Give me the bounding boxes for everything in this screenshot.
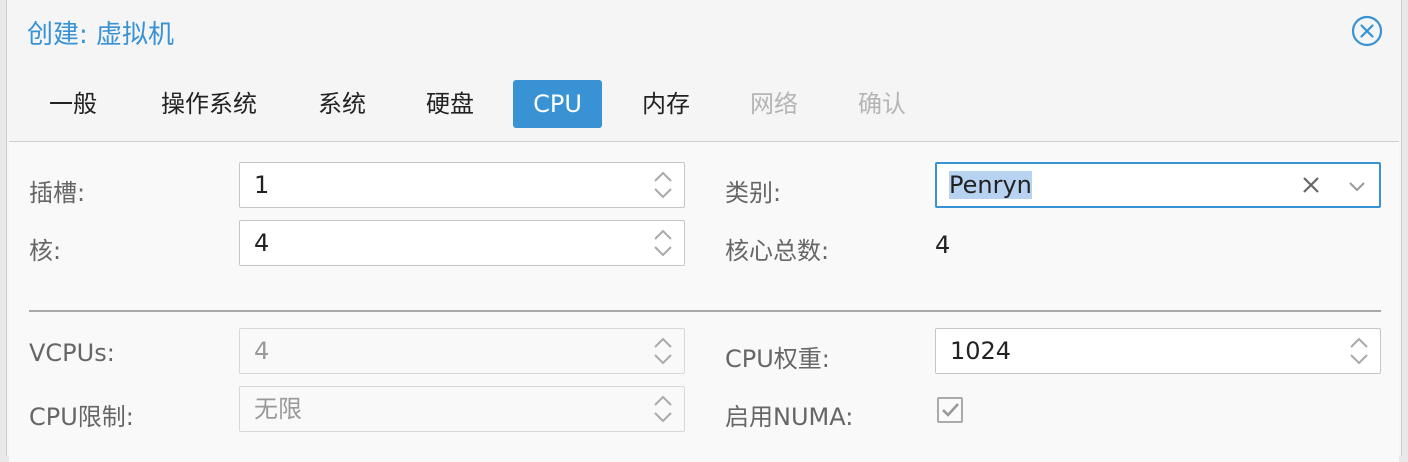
cpu-type-selected-text: Penryn	[949, 171, 1032, 199]
tab-hard-disk[interactable]: 硬盘	[413, 80, 487, 128]
total-cores-value: 4	[935, 231, 951, 259]
cores-label: 核:	[29, 237, 62, 265]
spinner-arrows-icon[interactable]	[652, 227, 674, 259]
create-vm-dialog: 创建: 虚拟机 一般 操作系统 系统 硬盘 CPU 内存 网络 确认 插槽: 1…	[6, 0, 1402, 462]
tab-network: 网络	[750, 90, 798, 118]
cpu-units-value: 1024	[950, 337, 1012, 365]
numa-checkbox	[937, 397, 963, 423]
chevron-down-icon[interactable]	[1347, 176, 1367, 196]
cpu-units-input[interactable]: 1024	[935, 328, 1381, 374]
cores-input[interactable]: 4	[239, 220, 685, 266]
advanced-divider	[29, 310, 1381, 312]
clear-icon[interactable]	[1299, 173, 1323, 197]
cpu-limit-value: 无限	[254, 395, 302, 423]
vcpus-label: VCPUs:	[29, 339, 115, 367]
tab-os[interactable]: 操作系统	[147, 80, 271, 128]
spinner-arrows-icon	[654, 337, 672, 365]
cores-value: 4	[254, 229, 270, 257]
tab-system[interactable]: 系统	[305, 80, 379, 128]
cpu-type-value: Penryn	[949, 164, 1032, 206]
sockets-value: 1	[254, 171, 270, 199]
vcpus-value: 4	[254, 337, 270, 365]
checkmark-icon	[942, 403, 959, 417]
tab-general[interactable]: 一般	[35, 80, 111, 128]
cpu-limit-input: 无限	[239, 386, 685, 432]
numa-label: 启用NUMA:	[725, 403, 854, 431]
tab-cpu[interactable]: CPU	[513, 80, 602, 128]
close-button[interactable]	[1351, 15, 1383, 47]
spinner-arrows-icon	[654, 395, 672, 423]
cpu-settings-panel: 插槽: 1 类别: Penryn 核: 4 核心总数: 4 VCPUs: 4 C…	[9, 141, 1399, 462]
cpu-type-label: 类别:	[725, 179, 782, 207]
tab-memory[interactable]: 内存	[629, 80, 703, 128]
vcpus-input: 4	[239, 328, 685, 374]
tab-bar: 一般 操作系统 系统 硬盘 CPU 内存 网络 确认	[7, 80, 1401, 128]
close-circle-icon	[1351, 15, 1383, 47]
sockets-input[interactable]: 1	[239, 162, 685, 208]
spinner-arrows-icon[interactable]	[652, 169, 674, 201]
cpu-units-label: CPU权重:	[725, 345, 830, 373]
spinner-arrows-icon[interactable]	[1348, 335, 1370, 367]
dialog-title: 创建: 虚拟机	[27, 20, 175, 50]
cpu-limit-label: CPU限制:	[29, 403, 134, 431]
sockets-label: 插槽:	[29, 179, 86, 207]
tab-confirm: 确认	[858, 90, 906, 118]
total-cores-label: 核心总数:	[725, 237, 830, 265]
cpu-type-select[interactable]: Penryn	[935, 162, 1381, 208]
